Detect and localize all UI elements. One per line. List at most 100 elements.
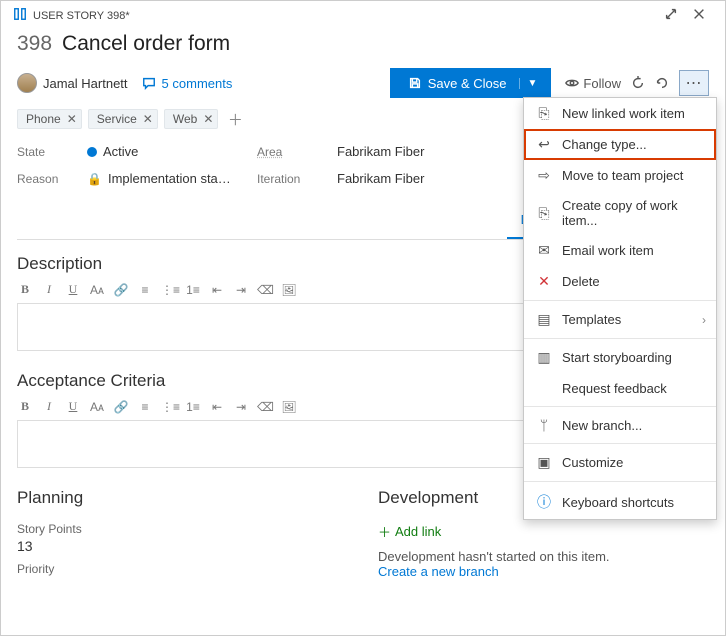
remove-tag-icon[interactable]: ✕ xyxy=(203,112,213,126)
underline-button[interactable]: U xyxy=(65,282,81,297)
indent-button[interactable]: ⇥ xyxy=(233,283,249,297)
menu-branch[interactable]: ᛘNew branch... xyxy=(524,410,716,440)
menu-separator xyxy=(524,300,716,301)
menu-customize[interactable]: ▣Customize xyxy=(524,447,716,478)
tag-service[interactable]: Service✕ xyxy=(88,109,158,129)
link-button[interactable]: 🔗 xyxy=(113,400,129,414)
menu-storyboard[interactable]: ▥Start storyboarding xyxy=(524,342,716,373)
save-close-button[interactable]: Save & Close ▼ xyxy=(390,68,552,98)
menu-shortcuts[interactable]: ⓘKeyboard shortcuts xyxy=(524,485,716,519)
planning-heading: Planning xyxy=(17,474,348,514)
menu-change-type[interactable]: ↩Change type... xyxy=(524,129,716,160)
image-button[interactable]: 🖼 xyxy=(281,283,297,297)
number-list-button[interactable]: 1≡ xyxy=(185,283,201,297)
follow-button[interactable]: Follow xyxy=(565,76,621,91)
actions-group: Follow ⋯ xyxy=(565,70,709,96)
development-text: Development hasn't started on this item. xyxy=(378,549,709,564)
templates-icon: ▤ xyxy=(536,311,552,328)
menu-new-linked[interactable]: ⎘New linked work item xyxy=(524,98,716,129)
add-link-button[interactable]: ＋ Add link xyxy=(378,522,709,541)
menu-delete[interactable]: ✕Delete xyxy=(524,266,716,297)
refresh-button[interactable] xyxy=(631,76,645,90)
outdent-button[interactable]: ⇤ xyxy=(209,400,225,414)
image-button[interactable]: 🖼 xyxy=(281,400,297,414)
create-branch-link[interactable]: Create a new branch xyxy=(378,564,709,579)
eye-icon xyxy=(565,76,579,90)
plus-icon: ＋ xyxy=(378,522,391,541)
remove-tag-icon[interactable]: ✕ xyxy=(67,112,77,126)
bullet-list-button[interactable]: ⋮≡ xyxy=(161,400,177,414)
info-icon: ⓘ xyxy=(536,492,552,512)
underline-button[interactable]: U xyxy=(65,399,81,414)
format-button[interactable]: ≡ xyxy=(137,283,153,297)
move-icon: ⇨ xyxy=(536,167,552,184)
remove-tag-icon[interactable]: ✕ xyxy=(143,112,153,126)
comments-button[interactable]: 5 comments xyxy=(142,76,233,91)
reason-value[interactable]: 🔒Implementation sta… xyxy=(87,171,247,186)
assignee-name: Jamal Hartnett xyxy=(43,76,128,91)
menu-separator xyxy=(524,481,716,482)
ellipsis-icon: ⋯ xyxy=(686,73,703,93)
italic-button[interactable]: I xyxy=(41,282,57,297)
reason-label: Reason xyxy=(17,172,77,186)
link-button[interactable]: 🔗 xyxy=(113,283,129,297)
menu-separator xyxy=(524,406,716,407)
assignee-picker[interactable]: Jamal Hartnett xyxy=(17,73,128,93)
clear-button[interactable]: ⌫ xyxy=(257,400,273,414)
follow-label: Follow xyxy=(583,76,621,91)
refresh-icon xyxy=(631,76,645,90)
storyboard-icon: ▥ xyxy=(536,349,552,366)
outdent-button[interactable]: ⇤ xyxy=(209,283,225,297)
font-size-button[interactable]: Aᴀ xyxy=(89,400,105,414)
work-item-id: 398 xyxy=(17,32,52,56)
clear-button[interactable]: ⌫ xyxy=(257,283,273,297)
story-points-label: Story Points xyxy=(17,522,348,536)
italic-button[interactable]: I xyxy=(41,399,57,414)
tag-phone[interactable]: Phone✕ xyxy=(17,109,82,129)
menu-separator xyxy=(524,338,716,339)
bullet-list-button[interactable]: ⋮≡ xyxy=(161,283,177,297)
bold-button[interactable]: B xyxy=(17,282,33,297)
lock-icon: 🔒 xyxy=(87,172,102,186)
more-actions-menu: ⎘New linked work item ↩Change type... ⇨M… xyxy=(523,97,717,520)
bold-button[interactable]: B xyxy=(17,399,33,414)
story-points-value[interactable]: 13 xyxy=(17,538,348,554)
indent-button[interactable]: ⇥ xyxy=(233,400,249,414)
state-value[interactable]: Active xyxy=(87,144,247,159)
copy-icon: ⎘ xyxy=(536,205,552,222)
link-plus-icon: ⎘ xyxy=(536,105,552,122)
header: 398 Cancel order form xyxy=(1,30,725,64)
avatar xyxy=(17,73,37,93)
state-dot-icon xyxy=(87,147,97,157)
number-list-button[interactable]: 1≡ xyxy=(185,400,201,414)
mail-icon: ✉ xyxy=(536,242,552,259)
maximize-icon[interactable] xyxy=(657,7,685,24)
menu-move-team[interactable]: ⇨Move to team project xyxy=(524,160,716,191)
save-button-label: Save & Close xyxy=(428,76,507,91)
more-actions-button[interactable]: ⋯ xyxy=(679,70,709,96)
tag-web[interactable]: Web✕ xyxy=(164,109,219,129)
menu-email[interactable]: ✉Email work item xyxy=(524,235,716,266)
menu-create-copy[interactable]: ⎘Create copy of work item... xyxy=(524,191,716,235)
format-button[interactable]: ≡ xyxy=(137,400,153,414)
font-size-button[interactable]: Aᴀ xyxy=(89,283,105,297)
area-label: Area xyxy=(257,145,327,159)
menu-templates[interactable]: ▤Templates› xyxy=(524,304,716,335)
state-label: State xyxy=(17,145,77,159)
branch-icon: ᛘ xyxy=(536,417,552,433)
undo-button[interactable] xyxy=(655,76,669,90)
comment-icon xyxy=(142,76,156,90)
save-dropdown-caret[interactable]: ▼ xyxy=(519,78,546,89)
work-item-window: USER STORY 398* 398 Cancel order form Ja… xyxy=(0,0,726,636)
save-icon xyxy=(408,76,422,90)
close-icon[interactable] xyxy=(685,7,713,24)
swap-icon: ↩ xyxy=(536,136,552,153)
menu-feedback[interactable]: Request feedback xyxy=(524,373,716,403)
menu-separator xyxy=(524,443,716,444)
work-item-title[interactable]: Cancel order form xyxy=(62,32,230,56)
comments-count: 5 comments xyxy=(162,76,233,91)
planning-section: Planning Story Points 13 Priority xyxy=(17,474,348,579)
undo-icon xyxy=(655,76,669,90)
add-tag-button[interactable]: ＋ xyxy=(224,108,246,130)
work-item-type-icon xyxy=(13,7,27,24)
